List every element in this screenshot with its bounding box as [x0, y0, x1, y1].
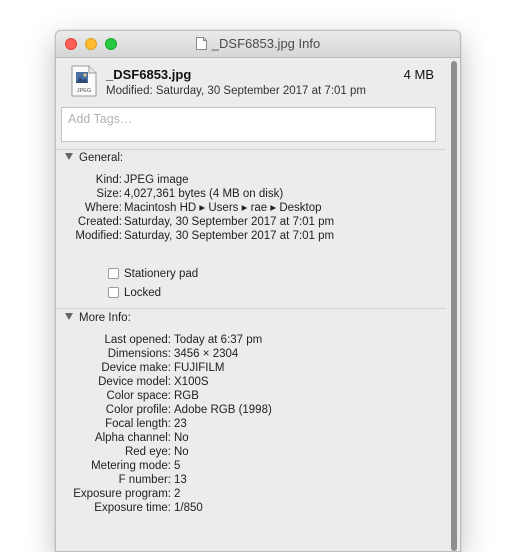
general-section-toggle[interactable]: General: — [65, 152, 123, 164]
checkbox-box[interactable] — [108, 287, 119, 298]
info-row: Last opened: Today at 6:37 pm — [56, 333, 460, 347]
info-value: 13 — [174, 474, 187, 486]
info-value: RGB — [174, 390, 199, 402]
info-value: X100S — [174, 376, 209, 388]
info-row: Dimensions: 3456 × 2304 — [56, 347, 460, 361]
info-row: Size: 4,027,361 bytes (4 MB on disk) — [56, 187, 460, 201]
info-value: Adobe RGB (1998) — [174, 404, 272, 416]
info-row: Alpha channel: No — [56, 431, 460, 445]
info-key: Device make: — [101, 362, 171, 374]
info-row: Device make: FUJIFILM — [56, 361, 460, 375]
info-row: Exposure program: 2 — [56, 487, 460, 501]
info-value: 1/850 — [174, 502, 203, 514]
info-key: F number: — [118, 474, 171, 486]
scrollbar[interactable] — [451, 61, 457, 551]
info-row: Color profile: Adobe RGB (1998) — [56, 403, 460, 417]
more-info-section-title: More Info: — [79, 312, 131, 324]
more-info-section-toggle[interactable]: More Info: — [65, 312, 131, 324]
info-key: Device model: — [98, 376, 171, 388]
info-row: Created: Saturday, 30 September 2017 at … — [56, 215, 460, 229]
kind-key: Kind: — [95, 174, 122, 186]
created-key: Created: — [77, 216, 122, 228]
where-value: Macintosh HD ▸ Users ▸ rae ▸ Desktop — [124, 202, 322, 214]
document-icon — [195, 37, 207, 50]
title-bar[interactable]: _DSF6853.jpg Info — [56, 31, 460, 58]
divider — [56, 308, 446, 309]
jpeg-file-icon: JPEG — [71, 65, 97, 97]
info-value: Today at 6:37 pm — [174, 334, 263, 346]
info-key: Color profile: — [105, 404, 171, 416]
info-key: Red eye: — [124, 446, 171, 458]
info-window: _DSF6853.jpg Info JPEG _DSF6853.jpg 4 MB… — [55, 30, 461, 552]
info-key: Last opened: — [104, 334, 171, 346]
disclosure-triangle-icon — [65, 153, 73, 160]
info-value: No — [174, 446, 189, 458]
created-value: Saturday, 30 September 2017 at 7:01 pm — [124, 216, 335, 228]
info-row: F number: 13 — [56, 473, 460, 487]
info-key: Focal length: — [105, 418, 171, 430]
info-row: Kind: JPEG image — [56, 173, 460, 187]
info-key: Alpha channel: — [94, 432, 171, 444]
info-row: Device model: X100S — [56, 375, 460, 389]
info-key: Exposure program: — [73, 488, 171, 500]
checkbox-box[interactable] — [108, 268, 119, 279]
info-row: Color space: RGB — [56, 389, 460, 403]
info-key: Color space: — [106, 390, 171, 402]
general-section-title: General: — [79, 152, 124, 164]
info-key: Dimensions: — [107, 348, 171, 360]
size-value: 4,027,361 bytes (4 MB on disk) — [124, 188, 284, 200]
info-value: 23 — [174, 418, 187, 430]
info-key: Exposure time: — [94, 502, 171, 514]
size-key: Size: — [96, 188, 122, 200]
window-title-text: _DSF6853.jpg Info — [211, 36, 321, 51]
stationery-pad-label: Stationery pad — [124, 268, 199, 280]
divider — [56, 149, 446, 150]
info-row: Modified: Saturday, 30 September 2017 at… — [56, 229, 460, 243]
info-value: FUJIFILM — [174, 362, 225, 374]
disclosure-triangle-icon — [65, 313, 73, 320]
window-title: _DSF6853.jpg Info — [56, 36, 460, 51]
info-value: 2 — [174, 488, 181, 500]
file-modified: Modified: Saturday, 30 September 2017 at… — [106, 85, 366, 97]
info-row: Exposure time: 1/850 — [56, 501, 460, 515]
info-value: 5 — [174, 460, 181, 472]
info-row: Focal length: 23 — [56, 417, 460, 431]
info-row: Red eye: No — [56, 445, 460, 459]
file-size: 4 MB — [403, 67, 434, 82]
kind-value: JPEG image — [124, 174, 189, 186]
file-name: _DSF6853.jpg — [106, 67, 192, 82]
info-row: Where: Macintosh HD ▸ Users ▸ rae ▸ Desk… — [56, 201, 460, 215]
jpeg-icon-label: JPEG — [77, 88, 91, 94]
modified-value: Saturday, 30 September 2017 at 7:01 pm — [124, 230, 335, 242]
locked-label: Locked — [124, 287, 162, 299]
tags-field[interactable]: Add Tags… — [61, 107, 436, 142]
info-row: Metering mode: 5 — [56, 459, 460, 473]
info-key: Metering mode: — [91, 460, 171, 472]
info-value: No — [174, 432, 189, 444]
modified-key: Modified: — [75, 230, 122, 242]
where-key: Where: — [84, 202, 122, 214]
info-value: 3456 × 2304 — [174, 348, 239, 360]
